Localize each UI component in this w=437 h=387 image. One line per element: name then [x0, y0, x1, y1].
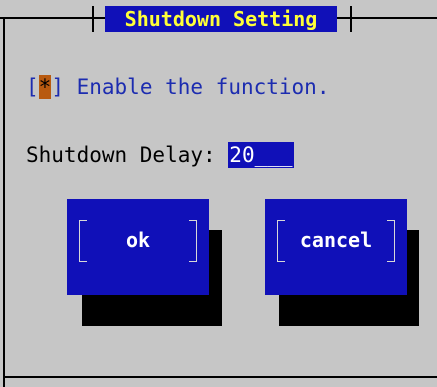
checkbox-label: Enable the function. [63, 75, 330, 99]
ok-button-label: ok [125, 228, 151, 252]
checkbox-close-bracket: ] [51, 75, 64, 99]
dialog-frame-bottom [3, 376, 437, 378]
enable-function-checkbox[interactable]: [*] Enable the function. [26, 74, 329, 100]
title-tick-left [92, 6, 94, 32]
ok-button[interactable]: ok [67, 199, 209, 295]
title-tick-right [350, 6, 352, 32]
delay-row: Shutdown Delay: 20___ [26, 142, 294, 168]
dialog-frame-left [3, 17, 5, 387]
delay-input[interactable]: 20___ [228, 142, 294, 168]
delay-label: Shutdown Delay: [26, 143, 229, 167]
dialog-title: Shutdown Setting [105, 6, 337, 32]
checkbox-open-bracket: [ [26, 75, 39, 99]
cancel-button[interactable]: cancel [265, 199, 407, 295]
cancel-button-label: cancel [299, 228, 373, 252]
checkbox-mark[interactable]: * [38, 75, 52, 99]
